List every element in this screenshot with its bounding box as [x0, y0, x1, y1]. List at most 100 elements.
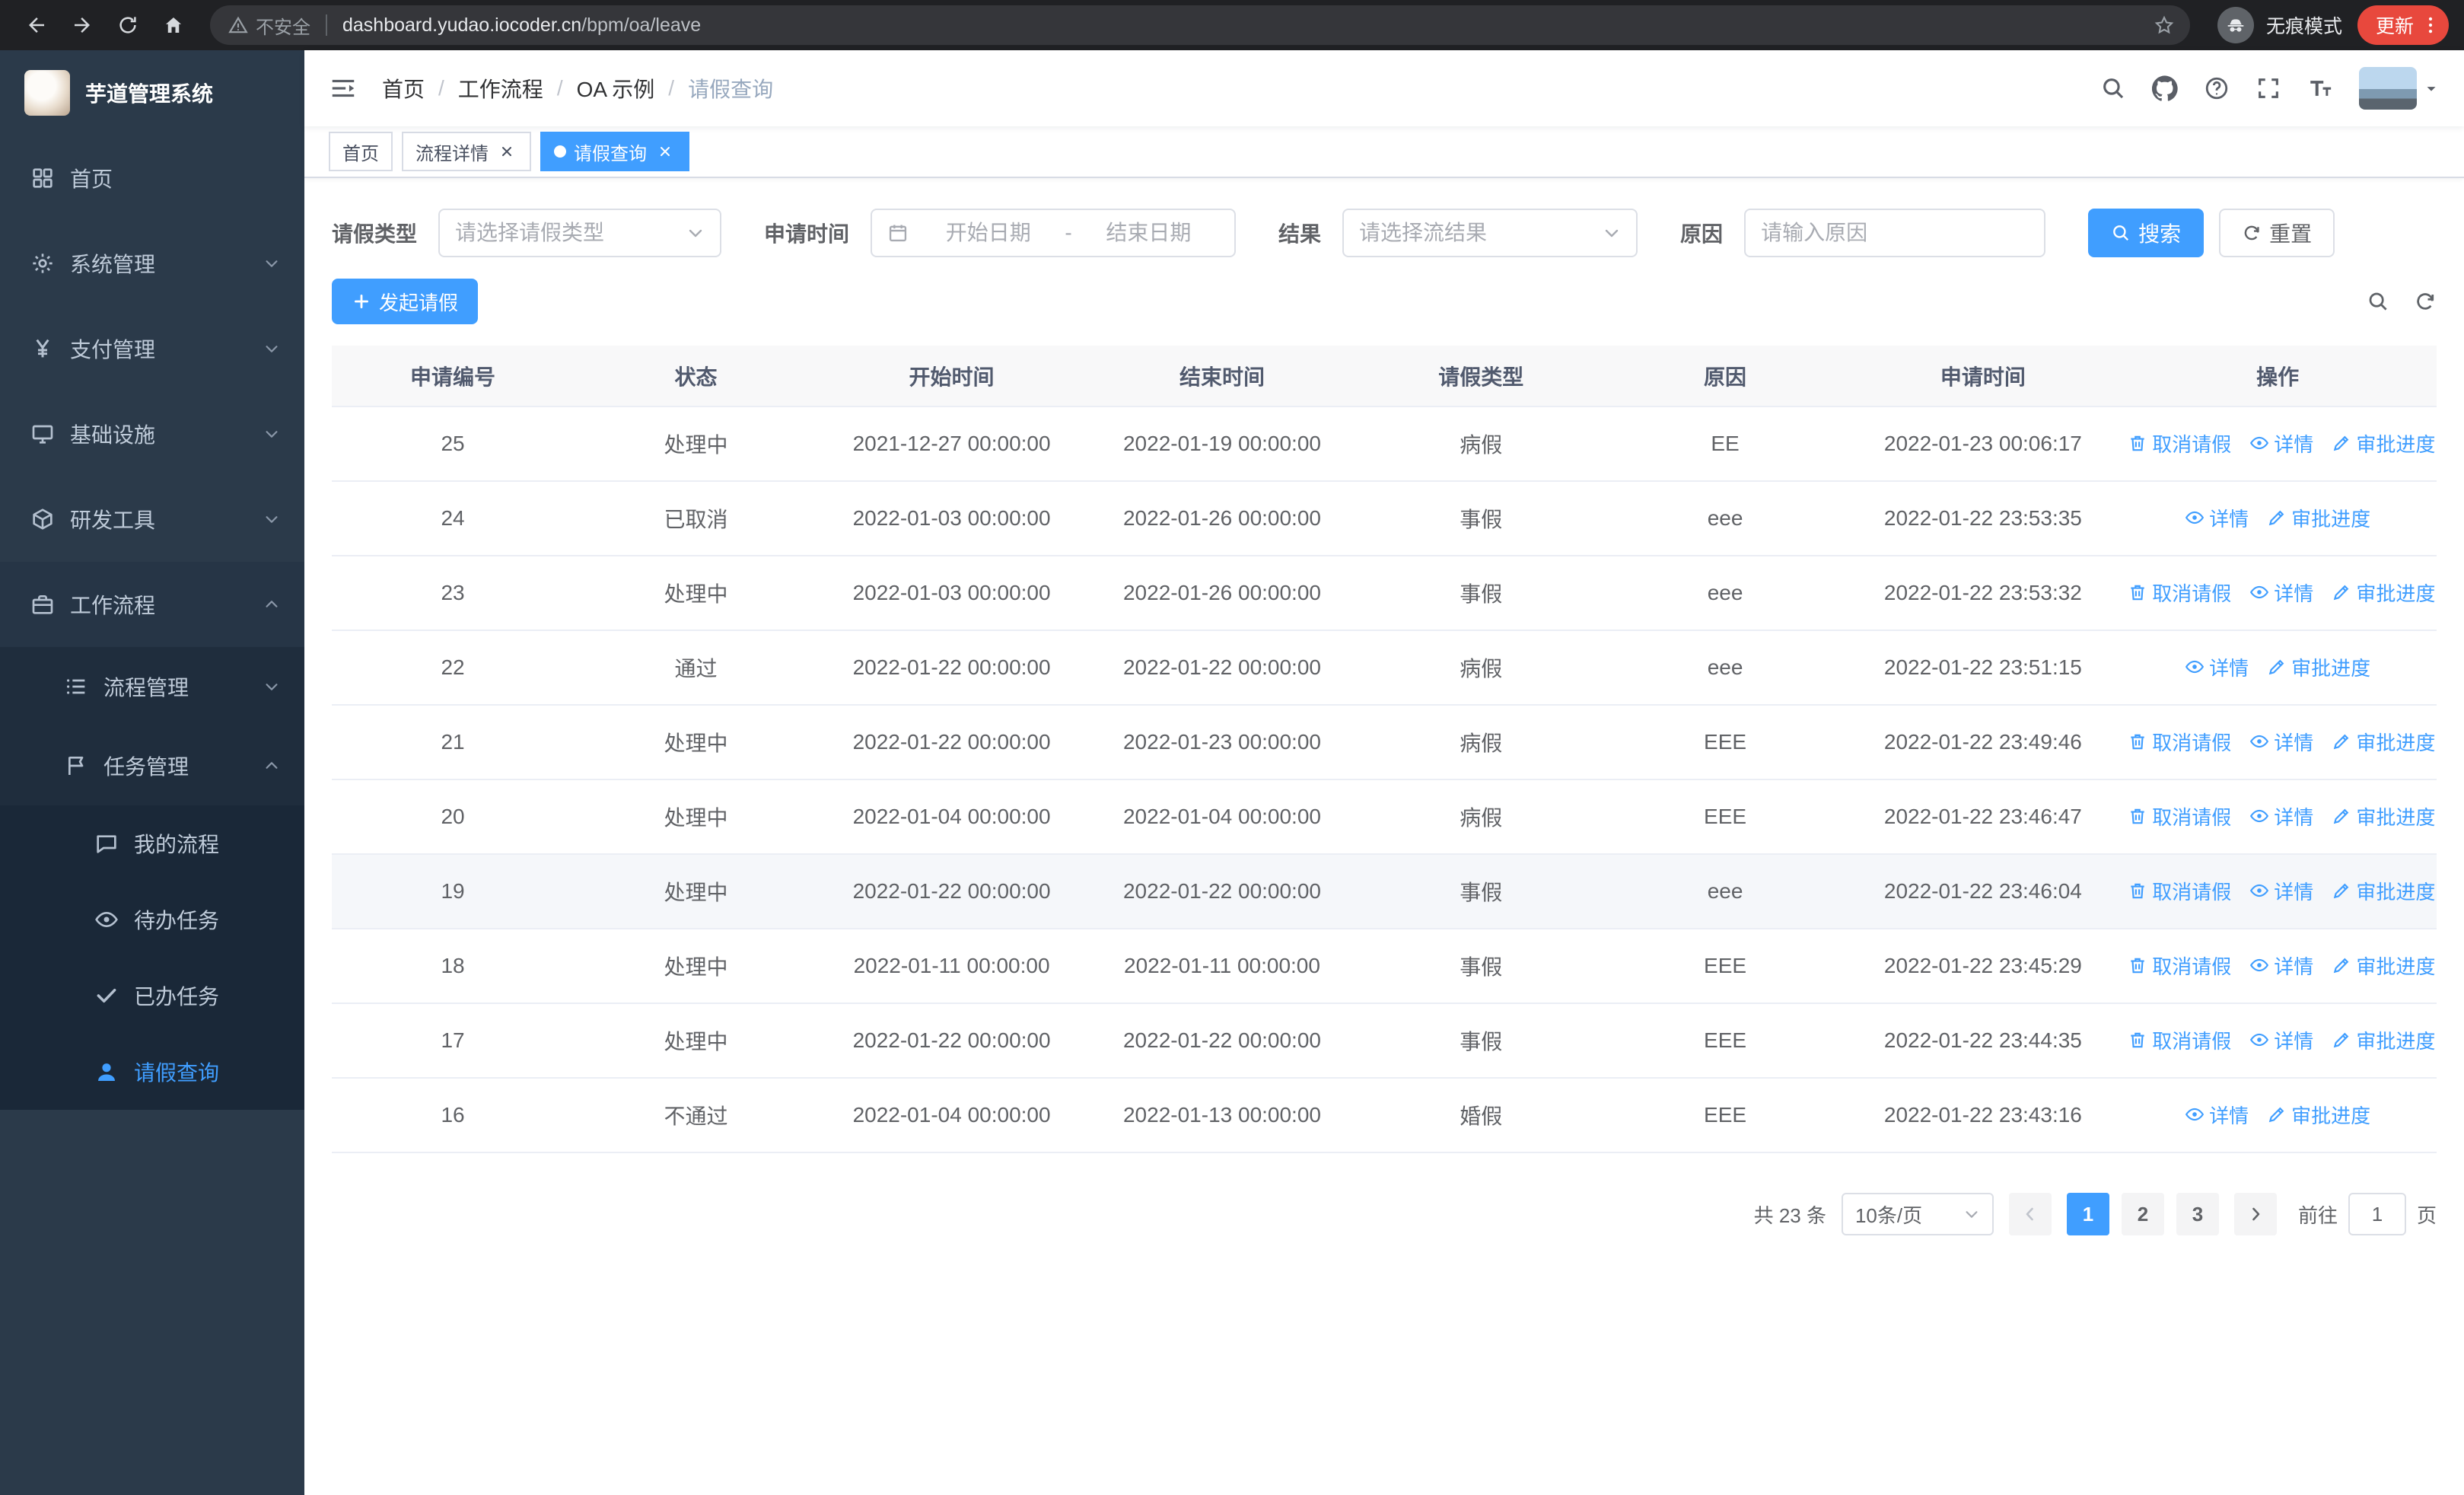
action-progress[interactable]: 审批进度 [2332, 952, 2435, 980]
sidebar-item-devtools[interactable]: 研发工具 [0, 477, 304, 562]
column-header: 申请时间 [1847, 346, 2119, 407]
result-input[interactable] [1359, 221, 1594, 245]
action-progress[interactable]: 审批进度 [2332, 579, 2435, 607]
table-search-icon[interactable] [2367, 290, 2389, 313]
page-button-1[interactable]: 1 [2066, 1193, 2109, 1235]
action-progress[interactable]: 审批进度 [2332, 802, 2435, 830]
action-detail[interactable]: 详情 [2249, 1026, 2313, 1054]
github-icon[interactable] [2152, 75, 2178, 101]
prev-page-button[interactable] [2008, 1193, 2052, 1235]
action-label: 审批进度 [2291, 507, 2371, 531]
reason-input[interactable] [1761, 221, 2029, 245]
update-button[interactable]: 更新 [2357, 5, 2449, 45]
sidebar-item-workflow[interactable]: 工作流程 [0, 562, 304, 647]
action-progress[interactable]: 审批进度 [2267, 653, 2370, 681]
action-detail[interactable]: 详情 [2249, 952, 2313, 980]
action-detail[interactable]: 详情 [2185, 653, 2249, 681]
breadcrumb-item[interactable]: 首页 [382, 73, 425, 104]
app-logo[interactable]: 芋道管理系统 [0, 50, 304, 135]
end-date-input[interactable] [1078, 221, 1220, 245]
leave-type-select[interactable] [438, 209, 722, 257]
action-cancel[interactable]: 取消请假 [2128, 877, 2231, 905]
top-navbar: 首页 / 工作流程 / OA 示例 / 请假查询 [304, 50, 2464, 126]
reason-field[interactable] [1744, 209, 2046, 257]
sidebar-item-leave-query[interactable]: 请假查询 [0, 1034, 304, 1110]
chevron-down-icon [263, 255, 280, 272]
leave-type-input[interactable] [455, 221, 678, 245]
sidebar-item-payment[interactable]: 支付管理 [0, 306, 304, 391]
reload-icon[interactable] [107, 4, 149, 46]
column-header: 操作 [2119, 346, 2437, 407]
action-label: 审批进度 [2356, 432, 2436, 456]
tag-home[interactable]: 首页 [329, 132, 393, 171]
action-detail[interactable]: 详情 [2185, 1101, 2249, 1129]
action-label: 审批进度 [2291, 1104, 2371, 1127]
next-page-button[interactable] [2233, 1193, 2277, 1235]
reset-button[interactable]: 重置 [2219, 209, 2335, 257]
address-bar[interactable]: 不安全 dashboard.yudao.iocoder.cn/bpm/oa/le… [210, 5, 2190, 45]
tag-close-icon[interactable] [654, 141, 676, 162]
action-cancel[interactable]: 取消请假 [2128, 802, 2231, 830]
action-cancel[interactable]: 取消请假 [2128, 429, 2231, 457]
breadcrumb-item[interactable]: OA 示例 [577, 73, 655, 104]
sidebar-item-process-management[interactable]: 流程管理 [0, 647, 304, 726]
page-button-2[interactable]: 2 [2121, 1193, 2164, 1235]
action-detail[interactable]: 详情 [2249, 802, 2313, 830]
page-size-select[interactable]: 10条/页 [1841, 1193, 1994, 1235]
breadcrumb-separator: / [556, 76, 563, 100]
sidebar-item-infrastructure[interactable]: 基础设施 [0, 391, 304, 477]
tag-process-detail[interactable]: 流程详情 [402, 132, 531, 171]
cell-apply_time: 2022-01-22 23:53:35 [1847, 481, 2119, 556]
action-label: 审批进度 [2356, 731, 2436, 754]
action-detail[interactable]: 详情 [2249, 579, 2313, 607]
tag-close-icon[interactable] [496, 141, 517, 162]
search-button[interactable]: 搜索 [2088, 209, 2205, 257]
sidebar-item-my-process[interactable]: 我的流程 [0, 805, 304, 881]
action-detail[interactable]: 详情 [2249, 429, 2313, 457]
goto-page-input[interactable] [2348, 1193, 2406, 1235]
action-progress[interactable]: 审批进度 [2332, 429, 2435, 457]
list-icon [64, 674, 88, 699]
action-cancel[interactable]: 取消请假 [2128, 952, 2231, 980]
action-cancel[interactable]: 取消请假 [2128, 579, 2231, 607]
font-size-icon[interactable] [2307, 75, 2333, 101]
action-detail[interactable]: 详情 [2249, 728, 2313, 756]
check-icon [94, 983, 119, 1008]
action-cancel[interactable]: 取消请假 [2128, 1026, 2231, 1054]
page-button-3[interactable]: 3 [2176, 1193, 2219, 1235]
browser-menu-icon[interactable] [2420, 14, 2441, 36]
start-date-input[interactable] [918, 221, 1059, 245]
sidebar-item-home[interactable]: 首页 [0, 135, 304, 221]
security-indicator[interactable]: 不安全 [228, 12, 310, 39]
action-label: 详情 [2274, 432, 2314, 456]
sidebar-item-done-tasks[interactable]: 已办任务 [0, 958, 304, 1034]
forward-icon[interactable] [61, 4, 103, 46]
action-progress[interactable]: 审批进度 [2332, 1026, 2435, 1054]
collapse-sidebar-icon[interactable] [329, 74, 358, 103]
fullscreen-icon[interactable] [2255, 75, 2281, 101]
back-icon[interactable] [15, 4, 58, 46]
action-progress[interactable]: 审批进度 [2267, 504, 2370, 532]
result-select[interactable] [1342, 209, 1638, 257]
action-detail[interactable]: 详情 [2185, 504, 2249, 532]
sidebar-item-todo-tasks[interactable]: 待办任务 [0, 881, 304, 958]
sidebar-item-system[interactable]: 系统管理 [0, 221, 304, 306]
tag-leave-query[interactable]: 请假查询 [540, 132, 689, 171]
sidebar-item-task-management[interactable]: 任务管理 [0, 726, 304, 805]
home-icon[interactable] [152, 4, 195, 46]
table-refresh-icon[interactable] [2414, 290, 2437, 313]
action-cancel[interactable]: 取消请假 [2128, 728, 2231, 756]
help-icon[interactable] [2204, 75, 2230, 101]
action-progress[interactable]: 审批进度 [2267, 1101, 2370, 1129]
create-leave-button[interactable]: 发起请假 [332, 279, 479, 324]
cell-start: 2022-01-03 00:00:00 [817, 481, 1086, 556]
action-progress[interactable]: 审批进度 [2332, 877, 2435, 905]
action-detail[interactable]: 详情 [2249, 877, 2313, 905]
bookmark-star-icon[interactable] [2147, 14, 2181, 36]
breadcrumb-item[interactable]: 工作流程 [458, 73, 543, 104]
apply-time-range[interactable]: - [871, 209, 1237, 257]
user-avatar[interactable] [2359, 67, 2440, 110]
chevron-right-icon [2246, 1205, 2265, 1223]
action-progress[interactable]: 审批进度 [2332, 728, 2435, 756]
header-search-icon[interactable] [2100, 75, 2126, 101]
